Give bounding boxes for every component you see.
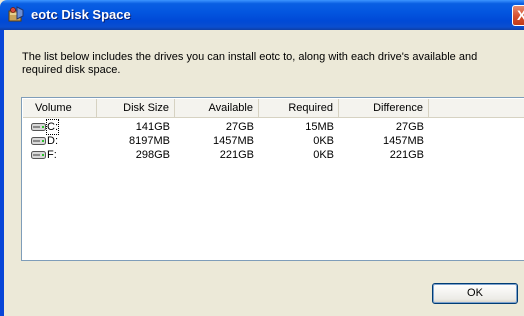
hard-drive-icon [31,151,46,159]
volume-cell: D: [47,135,58,147]
disk-size-cell: 141GB [135,121,170,133]
window-border-left [0,30,4,316]
column-header-required[interactable]: Required [259,99,339,117]
required-cell: 0KB [313,149,334,161]
close-button[interactable]: X [512,5,524,26]
table-row[interactable]: C: 141GB 27GB 15MB 27GB [23,119,523,135]
window-title: eotc Disk Space [31,7,131,22]
difference-cell: 27GB [395,121,424,133]
available-cell: 1457MB [213,135,254,147]
available-cell: 221GB [219,149,254,161]
difference-cell: 221GB [389,149,424,161]
list-header: Volume Disk Size Available Required Diff… [23,99,524,118]
description-text: The list below includes the drives you c… [22,51,478,76]
column-header-volume[interactable]: Volume [23,99,97,117]
column-header-available[interactable]: Available [175,99,259,117]
difference-cell: 1457MB [383,135,424,147]
hard-drive-icon [31,137,46,145]
disk-size-cell: 8197MB [129,135,170,147]
hard-drive-icon [31,123,46,131]
installer-box-icon [8,6,24,22]
ok-button[interactable]: OK [432,283,518,304]
table-row[interactable]: F: 298GB 221GB 0KB 221GB [23,148,523,162]
volume-cell: C: [46,119,59,135]
table-row[interactable]: D: 8197MB 1457MB 0KB 1457MB [23,134,523,148]
drive-list[interactable]: Volume Disk Size Available Required Diff… [21,97,524,261]
available-cell: 27GB [225,121,254,133]
title-bar[interactable]: eotc Disk Space X [0,0,524,30]
column-header-disk-size[interactable]: Disk Size [97,99,175,117]
column-header-difference[interactable]: Difference [339,99,429,117]
required-cell: 15MB [305,121,334,133]
disk-space-dialog: eotc Disk Space X The list below include… [0,0,524,316]
required-cell: 0KB [313,135,334,147]
volume-cell: F: [47,149,57,161]
disk-size-cell: 298GB [135,149,170,161]
close-icon: X [517,7,524,23]
